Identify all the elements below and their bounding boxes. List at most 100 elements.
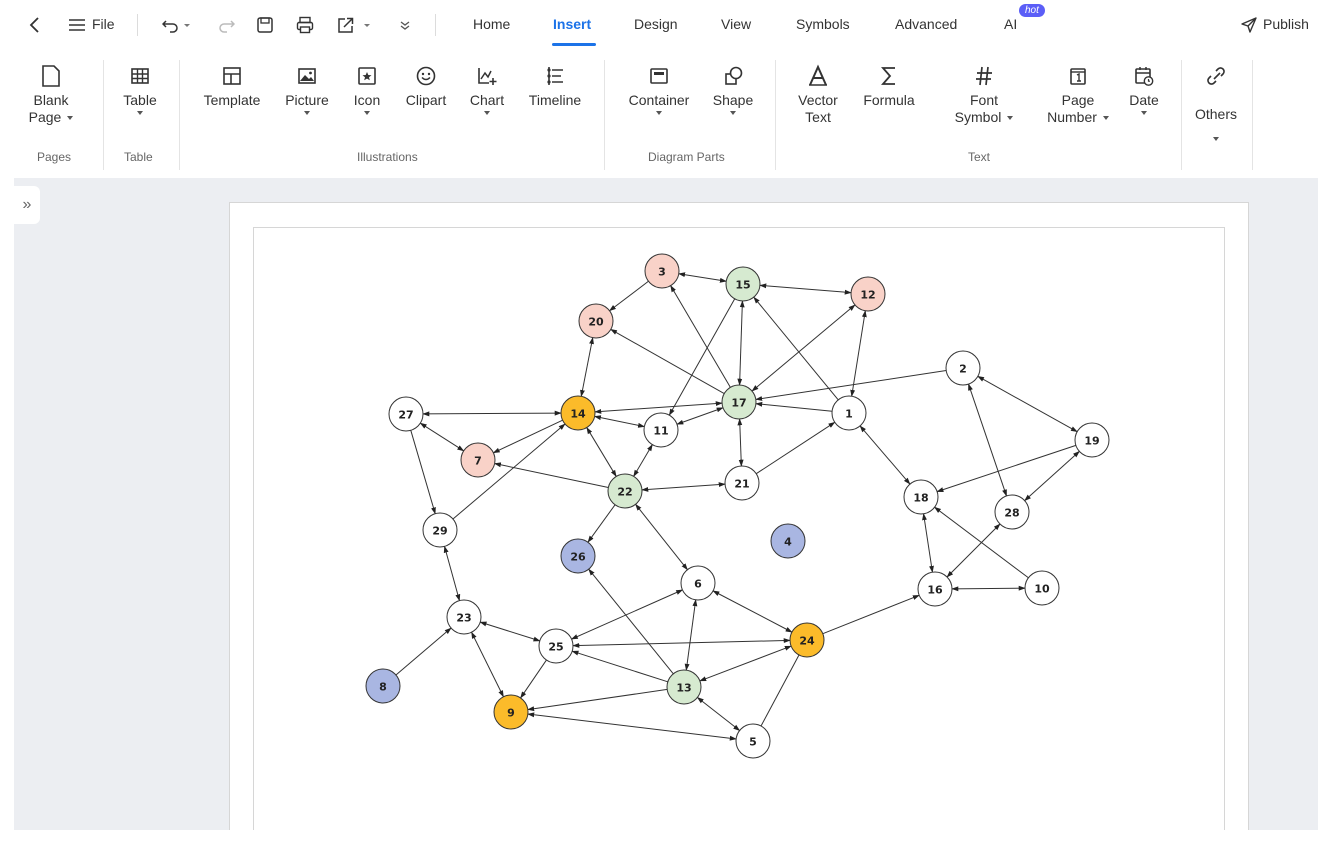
node-3[interactable]: 3 xyxy=(644,253,680,289)
edge-18-16[interactable] xyxy=(922,513,934,573)
node-7[interactable]: 7 xyxy=(460,442,496,478)
edge-2-17[interactable] xyxy=(755,370,947,401)
edge-6-24[interactable] xyxy=(712,590,793,633)
edge-14-7[interactable] xyxy=(492,419,563,454)
node-12[interactable]: 12 xyxy=(850,276,886,312)
node-label: 4 xyxy=(784,536,792,549)
node-label: 21 xyxy=(734,478,749,491)
edge-6-13[interactable] xyxy=(684,599,698,671)
edge-16-24[interactable] xyxy=(822,594,920,635)
edge-6-25[interactable] xyxy=(570,589,684,640)
node-label: 11 xyxy=(653,425,668,438)
edge-25-24[interactable] xyxy=(572,638,791,648)
node-4[interactable]: 4 xyxy=(770,523,806,559)
node-label: 20 xyxy=(588,316,604,329)
node-label: 7 xyxy=(474,455,482,468)
edge-26-13[interactable] xyxy=(588,568,674,675)
node-label: 29 xyxy=(432,525,447,538)
edge-13-5[interactable] xyxy=(696,697,741,731)
edge-3-17[interactable] xyxy=(670,285,731,388)
node-1[interactable]: 1 xyxy=(831,395,867,431)
node-label: 25 xyxy=(548,641,563,654)
node-24[interactable]: 24 xyxy=(789,622,825,658)
node-label: 1 xyxy=(845,408,853,421)
node-13[interactable]: 13 xyxy=(666,669,702,705)
edge-19-18[interactable] xyxy=(936,444,1077,493)
node-8[interactable]: 8 xyxy=(365,668,401,704)
node-label: 6 xyxy=(694,578,702,591)
edge-3-20[interactable] xyxy=(608,280,649,312)
node-label: 28 xyxy=(1004,507,1019,520)
edge-1-18[interactable] xyxy=(859,425,911,485)
node-28[interactable]: 28 xyxy=(994,494,1030,530)
node-label: 22 xyxy=(617,486,632,499)
node-label: 24 xyxy=(799,635,815,648)
edge-23-25[interactable] xyxy=(479,621,541,642)
node-23[interactable]: 23 xyxy=(446,599,482,635)
node-25[interactable]: 25 xyxy=(538,628,574,664)
node-20[interactable]: 20 xyxy=(578,303,614,339)
node-15[interactable]: 15 xyxy=(725,266,761,302)
node-21[interactable]: 21 xyxy=(724,465,760,501)
node-19[interactable]: 19 xyxy=(1074,422,1110,458)
node-label: 23 xyxy=(456,612,471,625)
node-label: 27 xyxy=(398,409,413,422)
node-26[interactable]: 26 xyxy=(560,538,596,574)
node-label: 26 xyxy=(570,551,586,564)
edge-17-1[interactable] xyxy=(755,401,833,412)
edge-15-12[interactable] xyxy=(759,283,852,295)
node-16[interactable]: 16 xyxy=(917,571,953,607)
node-27[interactable]: 27 xyxy=(388,396,424,432)
edge-11-22[interactable] xyxy=(633,444,653,477)
node-17[interactable]: 17 xyxy=(721,384,757,420)
edge-17-21[interactable] xyxy=(737,418,744,467)
edge-23-8[interactable] xyxy=(395,627,452,676)
node-18[interactable]: 18 xyxy=(903,479,939,515)
network-diagram[interactable]: 1234567891011121314151617181920212223242… xyxy=(0,0,1332,844)
edge-7-22[interactable] xyxy=(493,462,609,488)
node-2[interactable]: 2 xyxy=(945,350,981,386)
node-label: 17 xyxy=(731,397,746,410)
edge-3-15[interactable] xyxy=(678,272,727,283)
edge-20-17[interactable] xyxy=(610,328,725,395)
node-11[interactable]: 11 xyxy=(643,412,679,448)
edge-24-13[interactable] xyxy=(699,645,792,682)
node-29[interactable]: 29 xyxy=(422,512,458,548)
node-label: 5 xyxy=(749,736,757,749)
edge-9-5[interactable] xyxy=(527,712,737,741)
edge-16-10[interactable] xyxy=(951,585,1026,592)
edge-14-22[interactable] xyxy=(586,426,617,478)
edge-2-19[interactable] xyxy=(977,375,1078,433)
node-label: 13 xyxy=(676,682,691,695)
node-label: 9 xyxy=(507,707,515,720)
edge-25-9[interactable] xyxy=(520,659,547,699)
node-label: 8 xyxy=(379,681,387,694)
edge-17-11[interactable] xyxy=(676,407,724,425)
edge-20-14[interactable] xyxy=(580,336,594,398)
edge-14-11[interactable] xyxy=(593,415,646,428)
node-22[interactable]: 22 xyxy=(607,473,643,509)
edge-22-6[interactable] xyxy=(635,503,688,571)
edge-27-29[interactable] xyxy=(410,430,436,515)
edge-24-5[interactable] xyxy=(760,654,800,727)
edge-14-17[interactable] xyxy=(594,401,723,414)
edge-13-9[interactable] xyxy=(527,688,668,712)
edge-22-26[interactable] xyxy=(587,504,616,543)
edge-23-9[interactable] xyxy=(471,631,504,698)
edge-25-13[interactable] xyxy=(571,650,668,683)
edge-15-1[interactable] xyxy=(753,296,839,401)
node-14[interactable]: 14 xyxy=(560,395,596,431)
node-10[interactable]: 10 xyxy=(1024,570,1060,606)
edge-15-17[interactable] xyxy=(737,300,745,386)
node-label: 10 xyxy=(1034,583,1050,596)
edge-27-14[interactable] xyxy=(422,410,562,417)
edge-27-7[interactable] xyxy=(419,422,465,452)
edge-19-28[interactable] xyxy=(1024,450,1080,502)
edge-1-21[interactable] xyxy=(755,421,836,475)
edge-12-17[interactable] xyxy=(751,304,856,392)
edge-22-21[interactable] xyxy=(641,482,726,492)
node-9[interactable]: 9 xyxy=(493,694,529,730)
edge-29-23[interactable] xyxy=(443,545,461,602)
node-5[interactable]: 5 xyxy=(735,723,771,759)
node-6[interactable]: 6 xyxy=(680,565,716,601)
